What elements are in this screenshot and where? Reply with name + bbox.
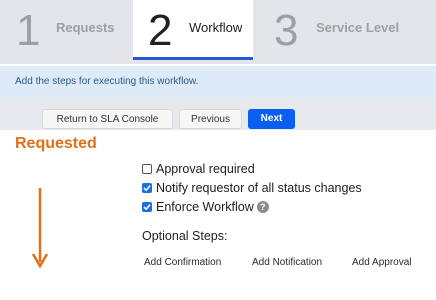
check-icon xyxy=(143,203,151,210)
checkbox-label: Enforce Workflow xyxy=(156,199,254,214)
check-icon xyxy=(143,184,151,191)
arrow-down-icon xyxy=(31,188,49,269)
add-approval-link[interactable]: Add Approval xyxy=(352,257,412,268)
help-icon[interactable]: ? xyxy=(256,200,269,213)
step-label: Service Level xyxy=(316,20,400,35)
next-button[interactable]: Next xyxy=(248,109,295,129)
enforce-workflow-option[interactable]: Enforce Workflow ? xyxy=(142,197,362,216)
checkbox-label: Approval required xyxy=(156,161,255,176)
step-label: Workflow xyxy=(189,20,243,35)
notify-requestor-option[interactable]: Notify requestor of all status changes xyxy=(142,178,362,197)
checkbox-label: Notify requestor of all status changes xyxy=(156,180,362,195)
section-heading: Requested xyxy=(15,135,97,152)
add-confirmation-link[interactable]: Add Confirmation xyxy=(144,257,221,268)
step-number: 2 xyxy=(148,6,173,55)
wizard-steps: 1 Requests 2 Workflow 3 Service Level xyxy=(0,0,436,64)
approval-required-checkbox[interactable] xyxy=(142,163,152,174)
step-requests[interactable]: 1 Requests xyxy=(0,0,132,62)
optional-steps-heading: Optional Steps: xyxy=(142,229,228,243)
approval-required-option[interactable]: Approval required xyxy=(142,159,362,178)
step-number: 1 xyxy=(16,6,41,55)
workflow-options: Approval required Notify requestor of al… xyxy=(142,159,362,216)
step-label: Requests xyxy=(56,20,115,35)
notify-requestor-checkbox[interactable] xyxy=(142,182,152,193)
previous-button[interactable]: Previous xyxy=(179,109,242,129)
return-to-sla-console-button[interactable]: Return to SLA Console xyxy=(42,109,173,129)
step-service-level[interactable]: 3 Service Level xyxy=(262,0,436,62)
info-banner: Add the steps for executing this workflo… xyxy=(0,66,436,98)
step-number: 3 xyxy=(274,6,299,55)
step-workflow[interactable]: 2 Workflow xyxy=(133,0,253,60)
enforce-workflow-checkbox[interactable] xyxy=(142,201,152,212)
add-notification-link[interactable]: Add Notification xyxy=(252,257,322,268)
button-bar: Return to SLA Console Previous Next xyxy=(0,98,436,130)
banner-text: Add the steps for executing this workflo… xyxy=(15,76,199,87)
